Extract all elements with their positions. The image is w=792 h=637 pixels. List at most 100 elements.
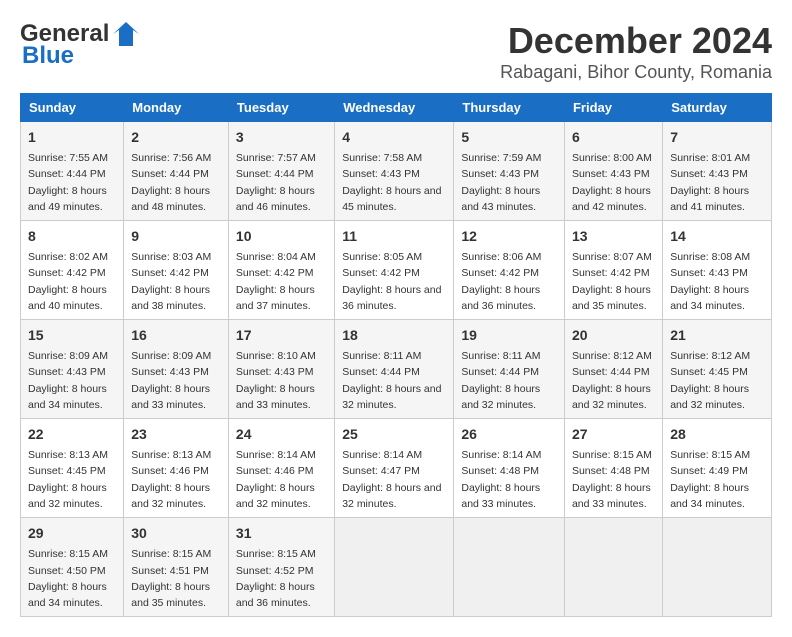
day-number: 6	[572, 127, 655, 148]
calendar-cell	[663, 518, 772, 617]
logo-bird-icon	[111, 20, 141, 48]
day-number: 26	[461, 424, 557, 445]
logo: General Blue	[20, 20, 141, 70]
calendar-cell: 3Sunrise: 7:57 AM Sunset: 4:44 PM Daylig…	[228, 122, 334, 221]
day-info: Sunrise: 7:58 AM Sunset: 4:43 PM Dayligh…	[342, 150, 446, 215]
day-info: Sunrise: 7:57 AM Sunset: 4:44 PM Dayligh…	[236, 150, 327, 215]
calendar-cell: 17Sunrise: 8:10 AM Sunset: 4:43 PM Dayli…	[228, 320, 334, 419]
day-number: 12	[461, 226, 557, 247]
calendar-cell: 15Sunrise: 8:09 AM Sunset: 4:43 PM Dayli…	[21, 320, 124, 419]
calendar-cell: 19Sunrise: 8:11 AM Sunset: 4:44 PM Dayli…	[454, 320, 565, 419]
day-number: 19	[461, 325, 557, 346]
calendar-cell: 28Sunrise: 8:15 AM Sunset: 4:49 PM Dayli…	[663, 419, 772, 518]
day-number: 5	[461, 127, 557, 148]
day-info: Sunrise: 8:14 AM Sunset: 4:48 PM Dayligh…	[461, 447, 557, 512]
calendar-cell: 11Sunrise: 8:05 AM Sunset: 4:42 PM Dayli…	[335, 221, 454, 320]
day-info: Sunrise: 8:02 AM Sunset: 4:42 PM Dayligh…	[28, 249, 116, 314]
calendar-cell: 20Sunrise: 8:12 AM Sunset: 4:44 PM Dayli…	[564, 320, 662, 419]
col-header-sunday: Sunday	[21, 94, 124, 122]
page-subtitle: Rabagani, Bihor County, Romania	[500, 62, 772, 83]
calendar-cell: 21Sunrise: 8:12 AM Sunset: 4:45 PM Dayli…	[663, 320, 772, 419]
title-block: December 2024 Rabagani, Bihor County, Ro…	[500, 20, 772, 83]
calendar-cell: 7Sunrise: 8:01 AM Sunset: 4:43 PM Daylig…	[663, 122, 772, 221]
calendar-cell: 6Sunrise: 8:00 AM Sunset: 4:43 PM Daylig…	[564, 122, 662, 221]
calendar-cell	[335, 518, 454, 617]
day-info: Sunrise: 8:11 AM Sunset: 4:44 PM Dayligh…	[461, 348, 557, 413]
calendar-cell: 2Sunrise: 7:56 AM Sunset: 4:44 PM Daylig…	[124, 122, 229, 221]
day-number: 14	[670, 226, 764, 247]
col-header-wednesday: Wednesday	[335, 94, 454, 122]
day-number: 18	[342, 325, 446, 346]
calendar-cell: 16Sunrise: 8:09 AM Sunset: 4:43 PM Dayli…	[124, 320, 229, 419]
day-info: Sunrise: 8:15 AM Sunset: 4:49 PM Dayligh…	[670, 447, 764, 512]
col-header-monday: Monday	[124, 94, 229, 122]
day-info: Sunrise: 8:10 AM Sunset: 4:43 PM Dayligh…	[236, 348, 327, 413]
day-number: 10	[236, 226, 327, 247]
day-number: 31	[236, 523, 327, 544]
day-number: 25	[342, 424, 446, 445]
day-number: 27	[572, 424, 655, 445]
day-info: Sunrise: 8:11 AM Sunset: 4:44 PM Dayligh…	[342, 348, 446, 413]
day-number: 7	[670, 127, 764, 148]
day-info: Sunrise: 8:09 AM Sunset: 4:43 PM Dayligh…	[131, 348, 221, 413]
day-info: Sunrise: 8:01 AM Sunset: 4:43 PM Dayligh…	[670, 150, 764, 215]
calendar-cell: 23Sunrise: 8:13 AM Sunset: 4:46 PM Dayli…	[124, 419, 229, 518]
calendar-cell: 29Sunrise: 8:15 AM Sunset: 4:50 PM Dayli…	[21, 518, 124, 617]
day-number: 1	[28, 127, 116, 148]
day-info: Sunrise: 8:12 AM Sunset: 4:45 PM Dayligh…	[670, 348, 764, 413]
day-info: Sunrise: 7:56 AM Sunset: 4:44 PM Dayligh…	[131, 150, 221, 215]
calendar-cell: 27Sunrise: 8:15 AM Sunset: 4:48 PM Dayli…	[564, 419, 662, 518]
day-number: 9	[131, 226, 221, 247]
logo-blue: Blue	[22, 42, 74, 70]
day-info: Sunrise: 8:15 AM Sunset: 4:52 PM Dayligh…	[236, 546, 327, 611]
day-number: 13	[572, 226, 655, 247]
day-info: Sunrise: 8:13 AM Sunset: 4:46 PM Dayligh…	[131, 447, 221, 512]
calendar-cell: 12Sunrise: 8:06 AM Sunset: 4:42 PM Dayli…	[454, 221, 565, 320]
calendar-cell: 1Sunrise: 7:55 AM Sunset: 4:44 PM Daylig…	[21, 122, 124, 221]
day-info: Sunrise: 7:55 AM Sunset: 4:44 PM Dayligh…	[28, 150, 116, 215]
calendar-cell	[454, 518, 565, 617]
day-info: Sunrise: 8:14 AM Sunset: 4:47 PM Dayligh…	[342, 447, 446, 512]
calendar-cell: 22Sunrise: 8:13 AM Sunset: 4:45 PM Dayli…	[21, 419, 124, 518]
day-info: Sunrise: 8:15 AM Sunset: 4:50 PM Dayligh…	[28, 546, 116, 611]
day-number: 24	[236, 424, 327, 445]
day-number: 11	[342, 226, 446, 247]
calendar-cell: 24Sunrise: 8:14 AM Sunset: 4:46 PM Dayli…	[228, 419, 334, 518]
day-number: 17	[236, 325, 327, 346]
calendar-cell: 26Sunrise: 8:14 AM Sunset: 4:48 PM Dayli…	[454, 419, 565, 518]
calendar-week-row: 22Sunrise: 8:13 AM Sunset: 4:45 PM Dayli…	[21, 419, 772, 518]
day-number: 8	[28, 226, 116, 247]
day-number: 15	[28, 325, 116, 346]
calendar-week-row: 8Sunrise: 8:02 AM Sunset: 4:42 PM Daylig…	[21, 221, 772, 320]
day-number: 21	[670, 325, 764, 346]
calendar-week-row: 29Sunrise: 8:15 AM Sunset: 4:50 PM Dayli…	[21, 518, 772, 617]
day-info: Sunrise: 8:04 AM Sunset: 4:42 PM Dayligh…	[236, 249, 327, 314]
calendar-cell: 14Sunrise: 8:08 AM Sunset: 4:43 PM Dayli…	[663, 221, 772, 320]
day-number: 23	[131, 424, 221, 445]
col-header-friday: Friday	[564, 94, 662, 122]
calendar-cell: 9Sunrise: 8:03 AM Sunset: 4:42 PM Daylig…	[124, 221, 229, 320]
calendar-week-row: 1Sunrise: 7:55 AM Sunset: 4:44 PM Daylig…	[21, 122, 772, 221]
day-info: Sunrise: 8:15 AM Sunset: 4:48 PM Dayligh…	[572, 447, 655, 512]
day-number: 16	[131, 325, 221, 346]
day-info: Sunrise: 8:05 AM Sunset: 4:42 PM Dayligh…	[342, 249, 446, 314]
calendar-cell	[564, 518, 662, 617]
calendar-cell: 5Sunrise: 7:59 AM Sunset: 4:43 PM Daylig…	[454, 122, 565, 221]
page-title: December 2024	[500, 20, 772, 62]
day-info: Sunrise: 8:00 AM Sunset: 4:43 PM Dayligh…	[572, 150, 655, 215]
day-info: Sunrise: 8:06 AM Sunset: 4:42 PM Dayligh…	[461, 249, 557, 314]
col-header-thursday: Thursday	[454, 94, 565, 122]
day-number: 28	[670, 424, 764, 445]
calendar-cell: 13Sunrise: 8:07 AM Sunset: 4:42 PM Dayli…	[564, 221, 662, 320]
day-info: Sunrise: 8:15 AM Sunset: 4:51 PM Dayligh…	[131, 546, 221, 611]
day-number: 30	[131, 523, 221, 544]
day-info: Sunrise: 8:09 AM Sunset: 4:43 PM Dayligh…	[28, 348, 116, 413]
day-number: 3	[236, 127, 327, 148]
calendar-cell: 30Sunrise: 8:15 AM Sunset: 4:51 PM Dayli…	[124, 518, 229, 617]
calendar-week-row: 15Sunrise: 8:09 AM Sunset: 4:43 PM Dayli…	[21, 320, 772, 419]
calendar-cell: 10Sunrise: 8:04 AM Sunset: 4:42 PM Dayli…	[228, 221, 334, 320]
calendar-cell: 8Sunrise: 8:02 AM Sunset: 4:42 PM Daylig…	[21, 221, 124, 320]
day-number: 22	[28, 424, 116, 445]
day-info: Sunrise: 8:13 AM Sunset: 4:45 PM Dayligh…	[28, 447, 116, 512]
day-info: Sunrise: 8:08 AM Sunset: 4:43 PM Dayligh…	[670, 249, 764, 314]
